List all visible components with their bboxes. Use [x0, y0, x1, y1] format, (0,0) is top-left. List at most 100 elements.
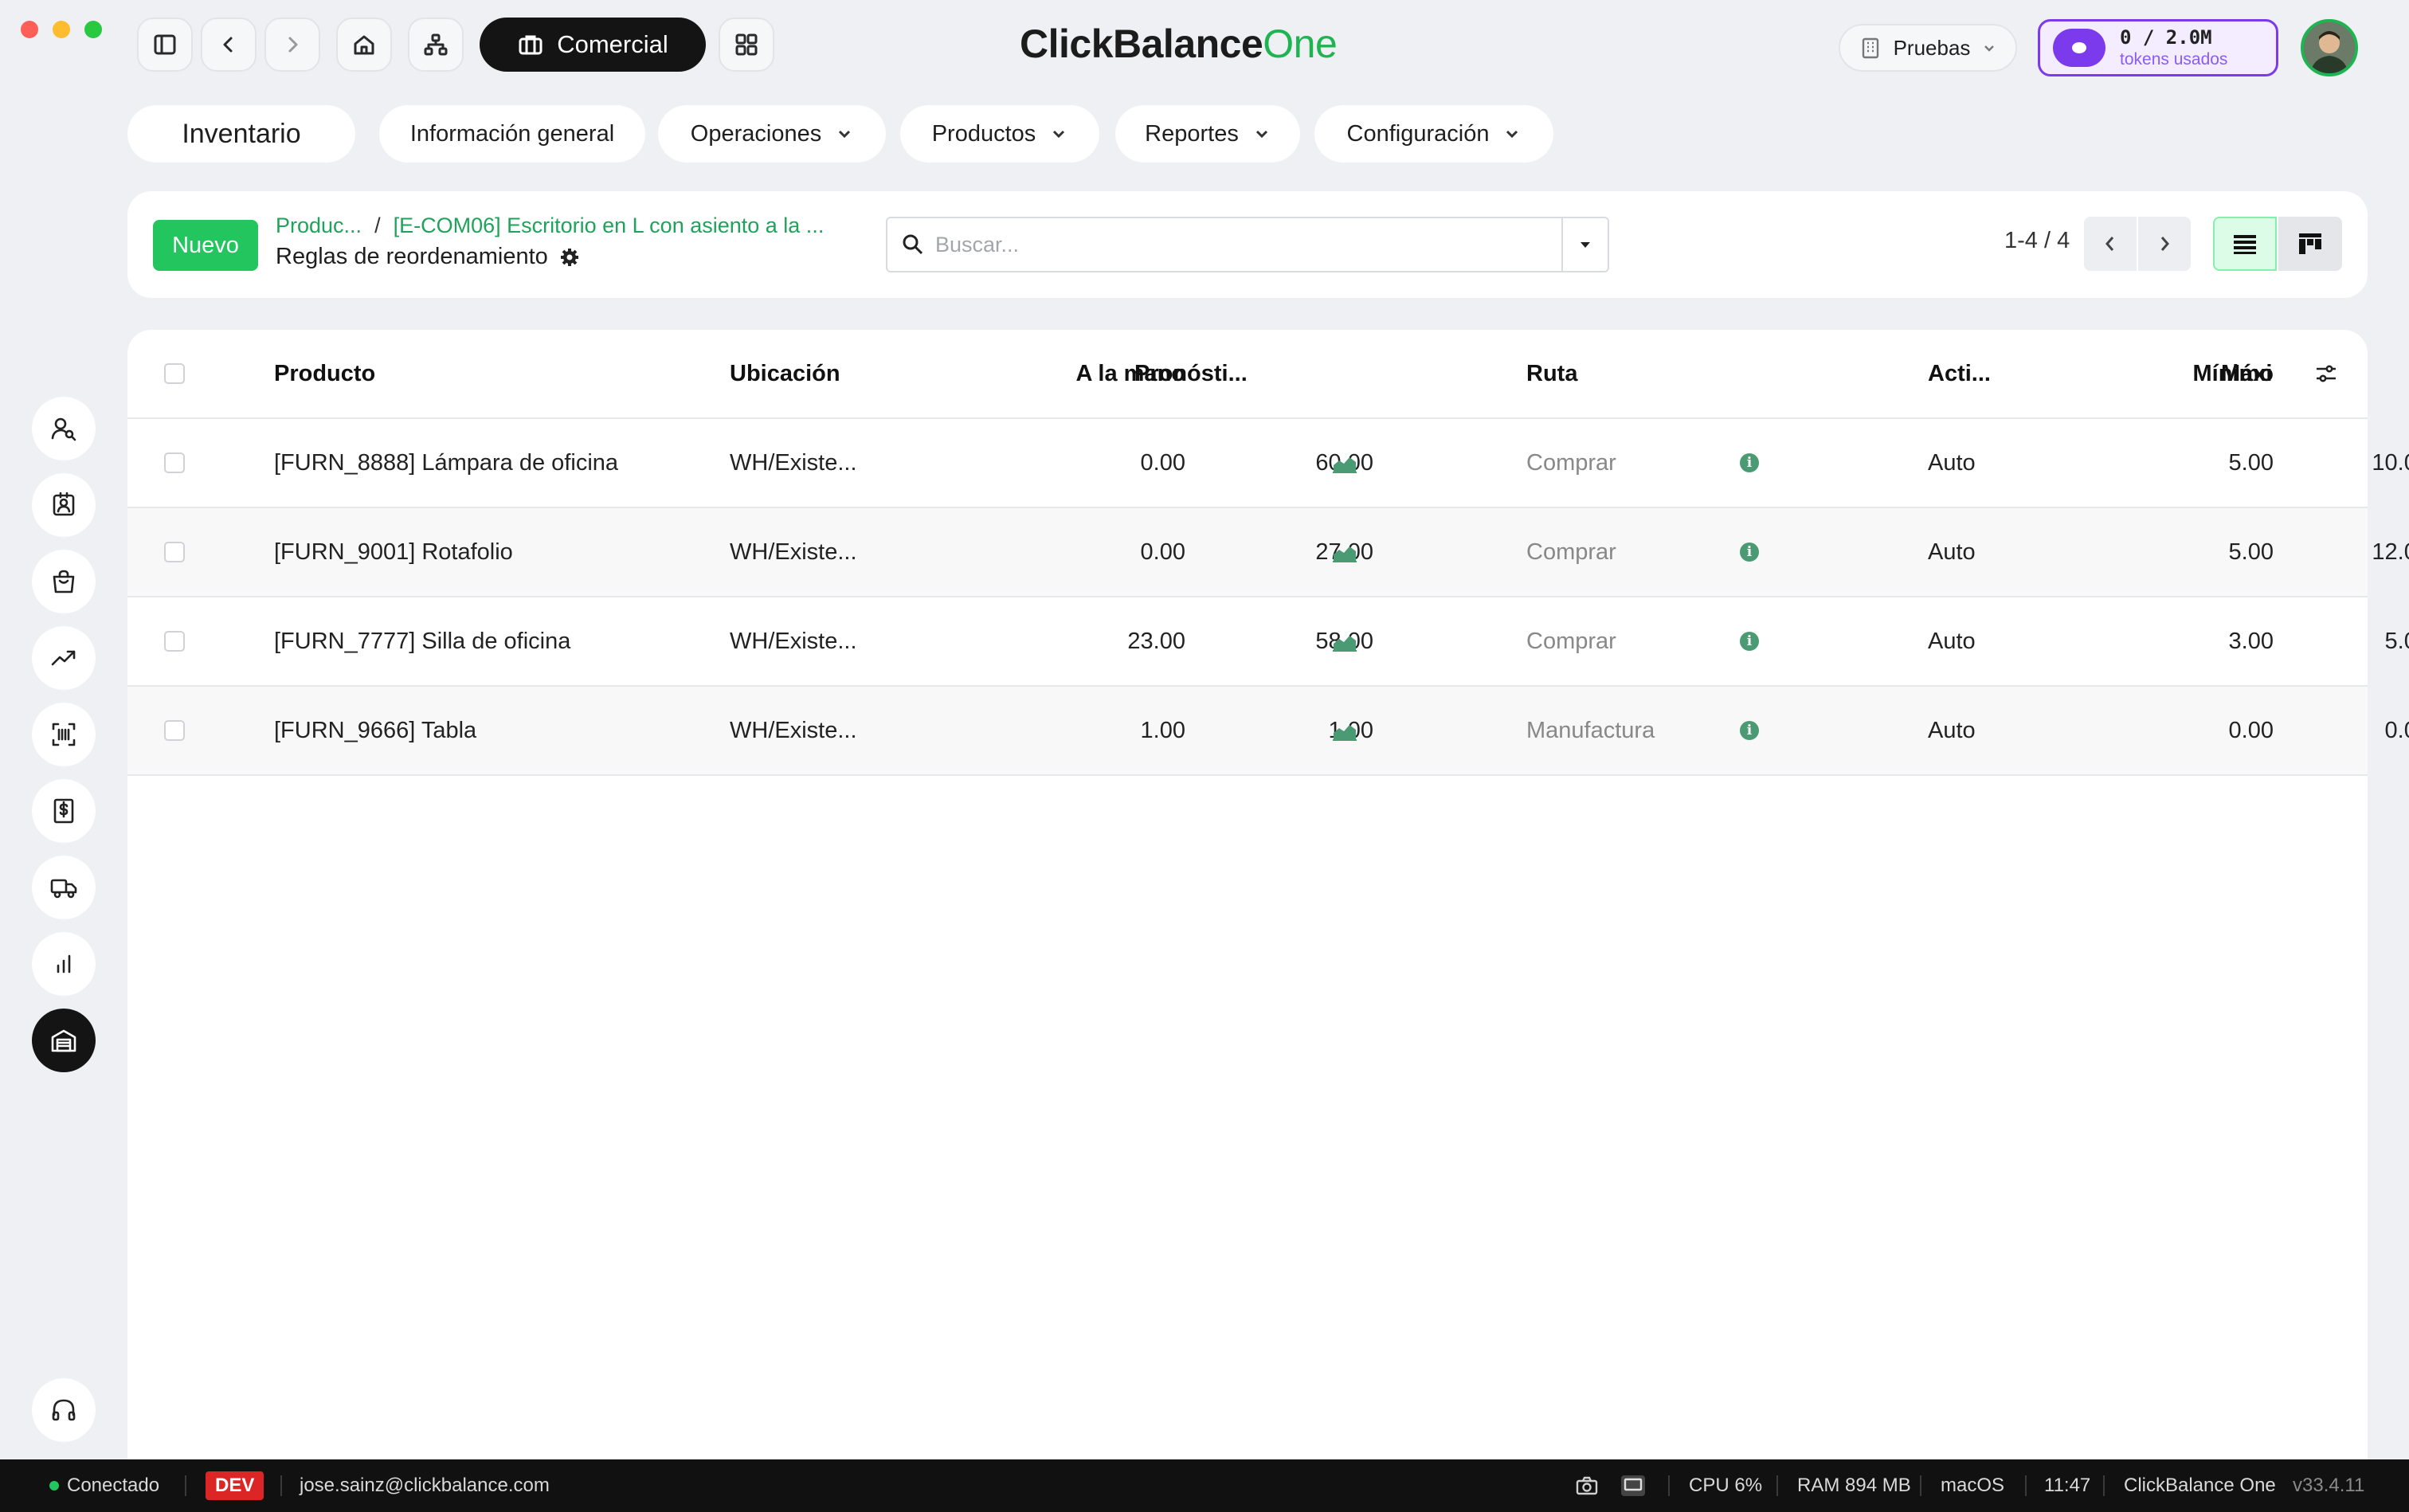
sidebar-item-reports[interactable]: [32, 932, 96, 996]
ai-orb-icon: [2053, 29, 2105, 67]
tab-label: Reportes: [1145, 120, 1239, 147]
row-checkbox[interactable]: [164, 631, 185, 652]
kanban-view-button[interactable]: [2278, 217, 2342, 271]
gear-icon[interactable]: [559, 247, 580, 268]
apps-grid-button[interactable]: [719, 18, 774, 72]
scan-icon: [52, 723, 76, 746]
list-view-button[interactable]: [2213, 217, 2277, 271]
search-bar: [886, 217, 1609, 272]
table-row[interactable]: [FURN_7777] Silla de oficina WH/Existe..…: [127, 597, 2409, 687]
table-row[interactable]: [FURN_9666] Tabla WH/Existe... 1.00 1.00…: [127, 687, 2409, 776]
screenshot-button[interactable]: [1576, 1459, 1598, 1512]
pager-value[interactable]: 1-4 / 4: [2004, 228, 2070, 254]
row-checkbox[interactable]: [164, 452, 185, 473]
tokens-label: tokens usados: [2120, 50, 2228, 69]
forecast-graph-button[interactable]: [1332, 508, 1357, 596]
select-all-checkbox[interactable]: [164, 363, 185, 384]
status-bar: Conectado DEV jose.sainz@clickbalance.co…: [0, 1459, 2409, 1512]
table-header-row: Producto Ubicación A la mano Pronósti...…: [127, 330, 2368, 419]
row-checkbox[interactable]: [164, 720, 185, 741]
cell-max: 5.00: [2384, 628, 2409, 654]
breadcrumb-link-product[interactable]: [E-COM06] Escritorio en L con asiento a …: [394, 213, 825, 237]
cell-route: Comprar: [1526, 628, 1616, 654]
column-header-max[interactable]: Máxi: [2221, 330, 2272, 417]
sidebar-item-delivery[interactable]: [32, 856, 96, 919]
search-options-toggle[interactable]: [1561, 218, 1608, 271]
user-avatar[interactable]: [2301, 19, 2358, 76]
row-checkbox[interactable]: [164, 542, 185, 562]
token-usage-widget[interactable]: 0 / 2.0M tokens usados: [2038, 19, 2278, 76]
sidebar-item-crm[interactable]: [32, 626, 96, 690]
search-input[interactable]: [926, 218, 1561, 271]
column-header-trigger[interactable]: Acti...: [1928, 330, 1991, 417]
delivery-truck-icon: [50, 879, 77, 899]
cpu-usage: CPU 6%: [1689, 1475, 1763, 1496]
column-header-product[interactable]: Producto: [274, 330, 375, 417]
route-info-button[interactable]: i: [1740, 508, 1759, 596]
pager-next-button[interactable]: [2138, 217, 2191, 271]
optional-columns-toggle[interactable]: [2313, 330, 2339, 417]
forecast-graph-button[interactable]: [1332, 597, 1357, 685]
os-name: macOS: [1941, 1475, 2005, 1496]
support-button[interactable]: [32, 1378, 96, 1442]
org-structure-button[interactable]: [408, 18, 464, 72]
chevron-down-icon: [1984, 45, 1995, 52]
route-info-button[interactable]: i: [1740, 419, 1759, 507]
cell-trigger: Auto: [1928, 539, 1976, 565]
module-switcher-button[interactable]: Comercial: [480, 18, 706, 72]
sidebar-item-sales[interactable]: [32, 550, 96, 613]
maximize-window-button[interactable]: [84, 21, 102, 38]
home-button[interactable]: [336, 18, 392, 72]
tab-operaciones[interactable]: Operaciones: [658, 105, 886, 163]
column-header-location[interactable]: Ubicación: [730, 330, 840, 417]
trend-up-icon: [51, 650, 76, 666]
table-row[interactable]: [FURN_8888] Lámpara de oficina WH/Existe…: [127, 419, 2409, 508]
tab-configuracion[interactable]: Configuración: [1314, 105, 1553, 163]
close-window-button[interactable]: [21, 21, 38, 38]
tab-informacion-general[interactable]: Información general: [379, 105, 645, 163]
sidebar-item-scanner[interactable]: [32, 703, 96, 766]
new-button[interactable]: Nuevo: [153, 220, 258, 271]
building-icon: [1862, 37, 1878, 59]
breadcrumb-link-products[interactable]: Produc...: [276, 213, 362, 237]
sidebar-item-inventory[interactable]: [32, 1009, 96, 1072]
cell-location: WH/Existe...: [730, 717, 857, 743]
sitemap-icon: [424, 33, 448, 56]
page-title-text: Reglas de reordenamiento: [276, 244, 548, 269]
cell-max: 0.00: [2384, 717, 2409, 743]
environment-select[interactable]: Pruebas: [1839, 24, 2017, 72]
table-row[interactable]: [FURN_9001] Rotafolio WH/Existe... 0.00 …: [127, 508, 2409, 597]
route-info-button[interactable]: i: [1740, 597, 1759, 685]
back-button[interactable]: [201, 18, 257, 72]
forward-button[interactable]: [264, 18, 320, 72]
chevron-right-icon: [2160, 237, 2169, 251]
toggle-sidebar-button[interactable]: [137, 18, 193, 72]
tab-inventario[interactable]: Inventario: [127, 105, 355, 163]
minimize-window-button[interactable]: [53, 21, 70, 38]
chevron-down-icon: [1053, 130, 1065, 139]
forecast-graph-button[interactable]: [1332, 419, 1357, 507]
pager-previous-button[interactable]: [2084, 217, 2137, 271]
camera-icon: [1576, 1476, 1598, 1495]
sidebar-item-contacts[interactable]: [32, 397, 96, 460]
tab-reportes[interactable]: Reportes: [1115, 105, 1300, 163]
chevron-down-icon: [1506, 130, 1518, 139]
forecast-graph-button[interactable]: [1332, 687, 1357, 774]
brand-primary: ClickBalance: [1020, 22, 1263, 66]
route-info-button[interactable]: i: [1740, 687, 1759, 774]
tab-label: Configuración: [1346, 120, 1490, 147]
tab-productos[interactable]: Productos: [900, 105, 1099, 163]
cell-trigger: Auto: [1928, 449, 1976, 476]
page-title: Reglas de reordenamiento: [276, 244, 580, 270]
cell-product: [FURN_9666] Tabla: [274, 717, 477, 743]
bar-chart-icon: [57, 954, 71, 973]
column-header-route[interactable]: Ruta: [1526, 330, 1577, 417]
cell-location: WH/Existe...: [730, 539, 857, 565]
column-header-forecast[interactable]: Pronósti...: [1134, 330, 1248, 417]
sidebar-item-accounting[interactable]: [32, 779, 96, 843]
sidebar-item-employees[interactable]: [32, 473, 96, 537]
screen-toggle-button[interactable]: [1620, 1459, 1646, 1512]
contacts-icon: [51, 417, 76, 441]
tab-label: Productos: [931, 120, 1036, 147]
tab-label: Operaciones: [690, 120, 822, 147]
